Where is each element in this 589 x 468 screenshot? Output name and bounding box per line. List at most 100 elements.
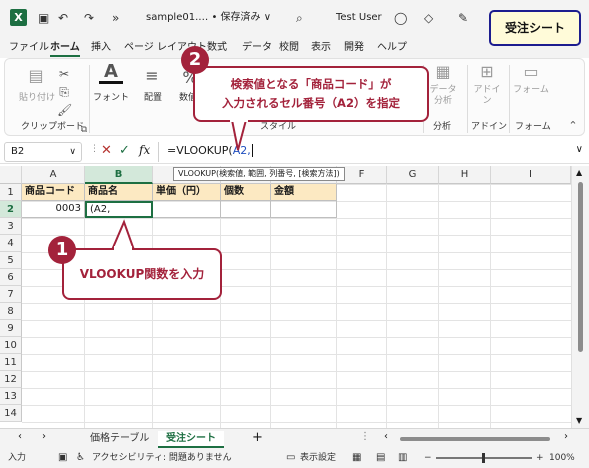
file-name[interactable]: sample01.… • 保存済み ∨: [146, 9, 271, 27]
align-icon[interactable]: ≡: [141, 67, 163, 85]
font-label[interactable]: フォント: [91, 93, 131, 104]
undo-icon[interactable]: ↶: [58, 9, 68, 27]
zoom-level[interactable]: 100%: [549, 448, 575, 468]
row-header-7[interactable]: 7: [0, 286, 22, 303]
diamond-icon[interactable]: ◇: [424, 9, 433, 27]
zoom-slider-handle[interactable]: [482, 453, 485, 463]
tab-home[interactable]: ホーム: [50, 41, 80, 57]
cell-e2[interactable]: [271, 201, 337, 218]
normal-view-icon[interactable]: ▦: [352, 448, 361, 468]
column-header-h[interactable]: H: [439, 166, 491, 184]
cell-c2[interactable]: [153, 201, 221, 218]
scroll-thumb[interactable]: [578, 182, 583, 352]
callout1-pointer-cover: [114, 246, 132, 251]
confirm-icon[interactable]: ✓: [119, 143, 130, 158]
next-sheet-icon[interactable]: ›: [42, 431, 46, 442]
row-header-12[interactable]: 12: [0, 371, 22, 388]
column-header-g[interactable]: G: [387, 166, 439, 184]
tab-data[interactable]: データ: [242, 41, 272, 55]
row-header-11[interactable]: 11: [0, 354, 22, 371]
paste-icon[interactable]: ▤: [25, 67, 47, 85]
cell-d1[interactable]: 個数: [221, 184, 271, 201]
row-header-14[interactable]: 14: [0, 405, 22, 422]
row-header-5[interactable]: 5: [0, 252, 22, 269]
row-header-8[interactable]: 8: [0, 303, 22, 320]
addin-label[interactable]: アドイン: [471, 85, 503, 107]
row-header-2[interactable]: 2: [0, 201, 22, 218]
redo-icon[interactable]: ↷: [84, 9, 94, 27]
insert-function-icon[interactable]: fx: [139, 143, 150, 157]
expand-formula-icon[interactable]: ∨: [576, 144, 583, 155]
tab-file[interactable]: ファイル: [9, 41, 49, 55]
pen-icon[interactable]: ✎: [458, 9, 468, 27]
clipboard-launcher-icon[interactable]: ⧉: [79, 121, 89, 139]
page-break-view-icon[interactable]: ▥: [398, 448, 407, 468]
save-icon[interactable]: ▣: [38, 9, 49, 27]
copy-icon[interactable]: ⎘: [57, 83, 71, 101]
display-settings-icon[interactable]: ▭: [286, 448, 295, 468]
row-header-9[interactable]: 9: [0, 320, 22, 337]
name-box[interactable]: B2 ∨: [4, 142, 82, 162]
user-name[interactable]: Test User: [336, 9, 382, 27]
tab-insert[interactable]: 挿入: [91, 41, 111, 55]
row-header-4[interactable]: 4: [0, 235, 22, 252]
sheet-tab-order[interactable]: 受注シート: [158, 431, 224, 448]
form-icon[interactable]: ▭: [519, 63, 543, 81]
cell-a1[interactable]: 商品コード: [22, 184, 85, 201]
cell-b1[interactable]: 商品名: [85, 184, 153, 201]
function-tooltip[interactable]: VLOOKUP(検索値, 範囲, 列番号, [検索方法]): [173, 167, 345, 181]
cancel-icon[interactable]: ✕: [101, 143, 112, 158]
tab-scroll-icon[interactable]: ⋮: [360, 431, 370, 442]
column-header-a[interactable]: A: [22, 166, 85, 184]
hscroll-right-icon[interactable]: ›: [564, 431, 568, 442]
column-header-b[interactable]: B: [85, 166, 153, 184]
add-sheet-icon[interactable]: +: [252, 430, 263, 445]
macro-icon[interactable]: ▣: [58, 448, 67, 468]
cell-c1[interactable]: 単価（円）: [153, 184, 221, 201]
row-header-3[interactable]: 3: [0, 218, 22, 235]
row-header-6[interactable]: 6: [0, 269, 22, 286]
align-label[interactable]: 配置: [133, 93, 173, 104]
horizontal-scroll-thumb[interactable]: [400, 437, 550, 441]
zoom-in-icon[interactable]: +: [536, 448, 544, 468]
cut-icon[interactable]: ✂: [57, 65, 71, 83]
column-header-i[interactable]: I: [491, 166, 571, 184]
tab-help[interactable]: ヘルプ: [377, 41, 407, 55]
hscroll-left-icon[interactable]: ‹: [384, 431, 388, 442]
row-header-10[interactable]: 10: [0, 337, 22, 354]
form-label[interactable]: フォーム: [513, 85, 549, 96]
page-layout-view-icon[interactable]: ▤: [376, 448, 385, 468]
sheet-tab-price[interactable]: 価格テーブル: [82, 431, 157, 448]
addin-icon[interactable]: ⊞: [475, 63, 499, 81]
formula-input[interactable]: =VLOOKUP(A2,: [158, 142, 584, 162]
font-color-icon[interactable]: A: [99, 63, 123, 84]
vertical-scrollbar[interactable]: ▲ ▼: [571, 166, 589, 428]
tab-review[interactable]: 校閲: [279, 41, 299, 55]
style-group-label: スタイル: [260, 122, 297, 132]
cell-d2[interactable]: [221, 201, 271, 218]
data-analysis-label[interactable]: データ分析: [427, 85, 459, 107]
format-painter-icon[interactable]: 🖌: [57, 101, 72, 119]
accessibility-status[interactable]: アクセシビリティ: 問題ありません: [92, 448, 232, 468]
overflow-icon[interactable]: »: [112, 9, 119, 27]
row-header-13[interactable]: 13: [0, 388, 22, 405]
scroll-up-icon[interactable]: ▲: [576, 168, 582, 177]
cell-e1[interactable]: 金額: [271, 184, 337, 201]
row-header-1[interactable]: 1: [0, 184, 22, 201]
tab-formulas[interactable]: 数式: [207, 41, 227, 55]
prev-sheet-icon[interactable]: ‹: [18, 431, 22, 442]
scroll-down-icon[interactable]: ▼: [576, 416, 582, 425]
cell-a2[interactable]: 0003: [22, 201, 85, 218]
cell-b2-active[interactable]: (A2,: [85, 201, 153, 218]
collapse-ribbon-icon[interactable]: ⌃: [567, 117, 579, 135]
select-all-corner[interactable]: [0, 166, 22, 184]
tab-view[interactable]: 表示: [311, 41, 331, 55]
chevron-down-icon[interactable]: ∨: [69, 143, 76, 161]
data-analysis-icon[interactable]: ▦: [431, 63, 455, 81]
accessibility-icon[interactable]: ♿: [76, 448, 85, 468]
zoom-out-icon[interactable]: −: [424, 448, 432, 468]
display-settings-label[interactable]: 表示設定: [300, 448, 336, 468]
search-icon[interactable]: ⌕: [296, 9, 303, 27]
avatar-icon[interactable]: ◯: [394, 9, 407, 27]
tab-developer[interactable]: 開発: [344, 41, 364, 55]
